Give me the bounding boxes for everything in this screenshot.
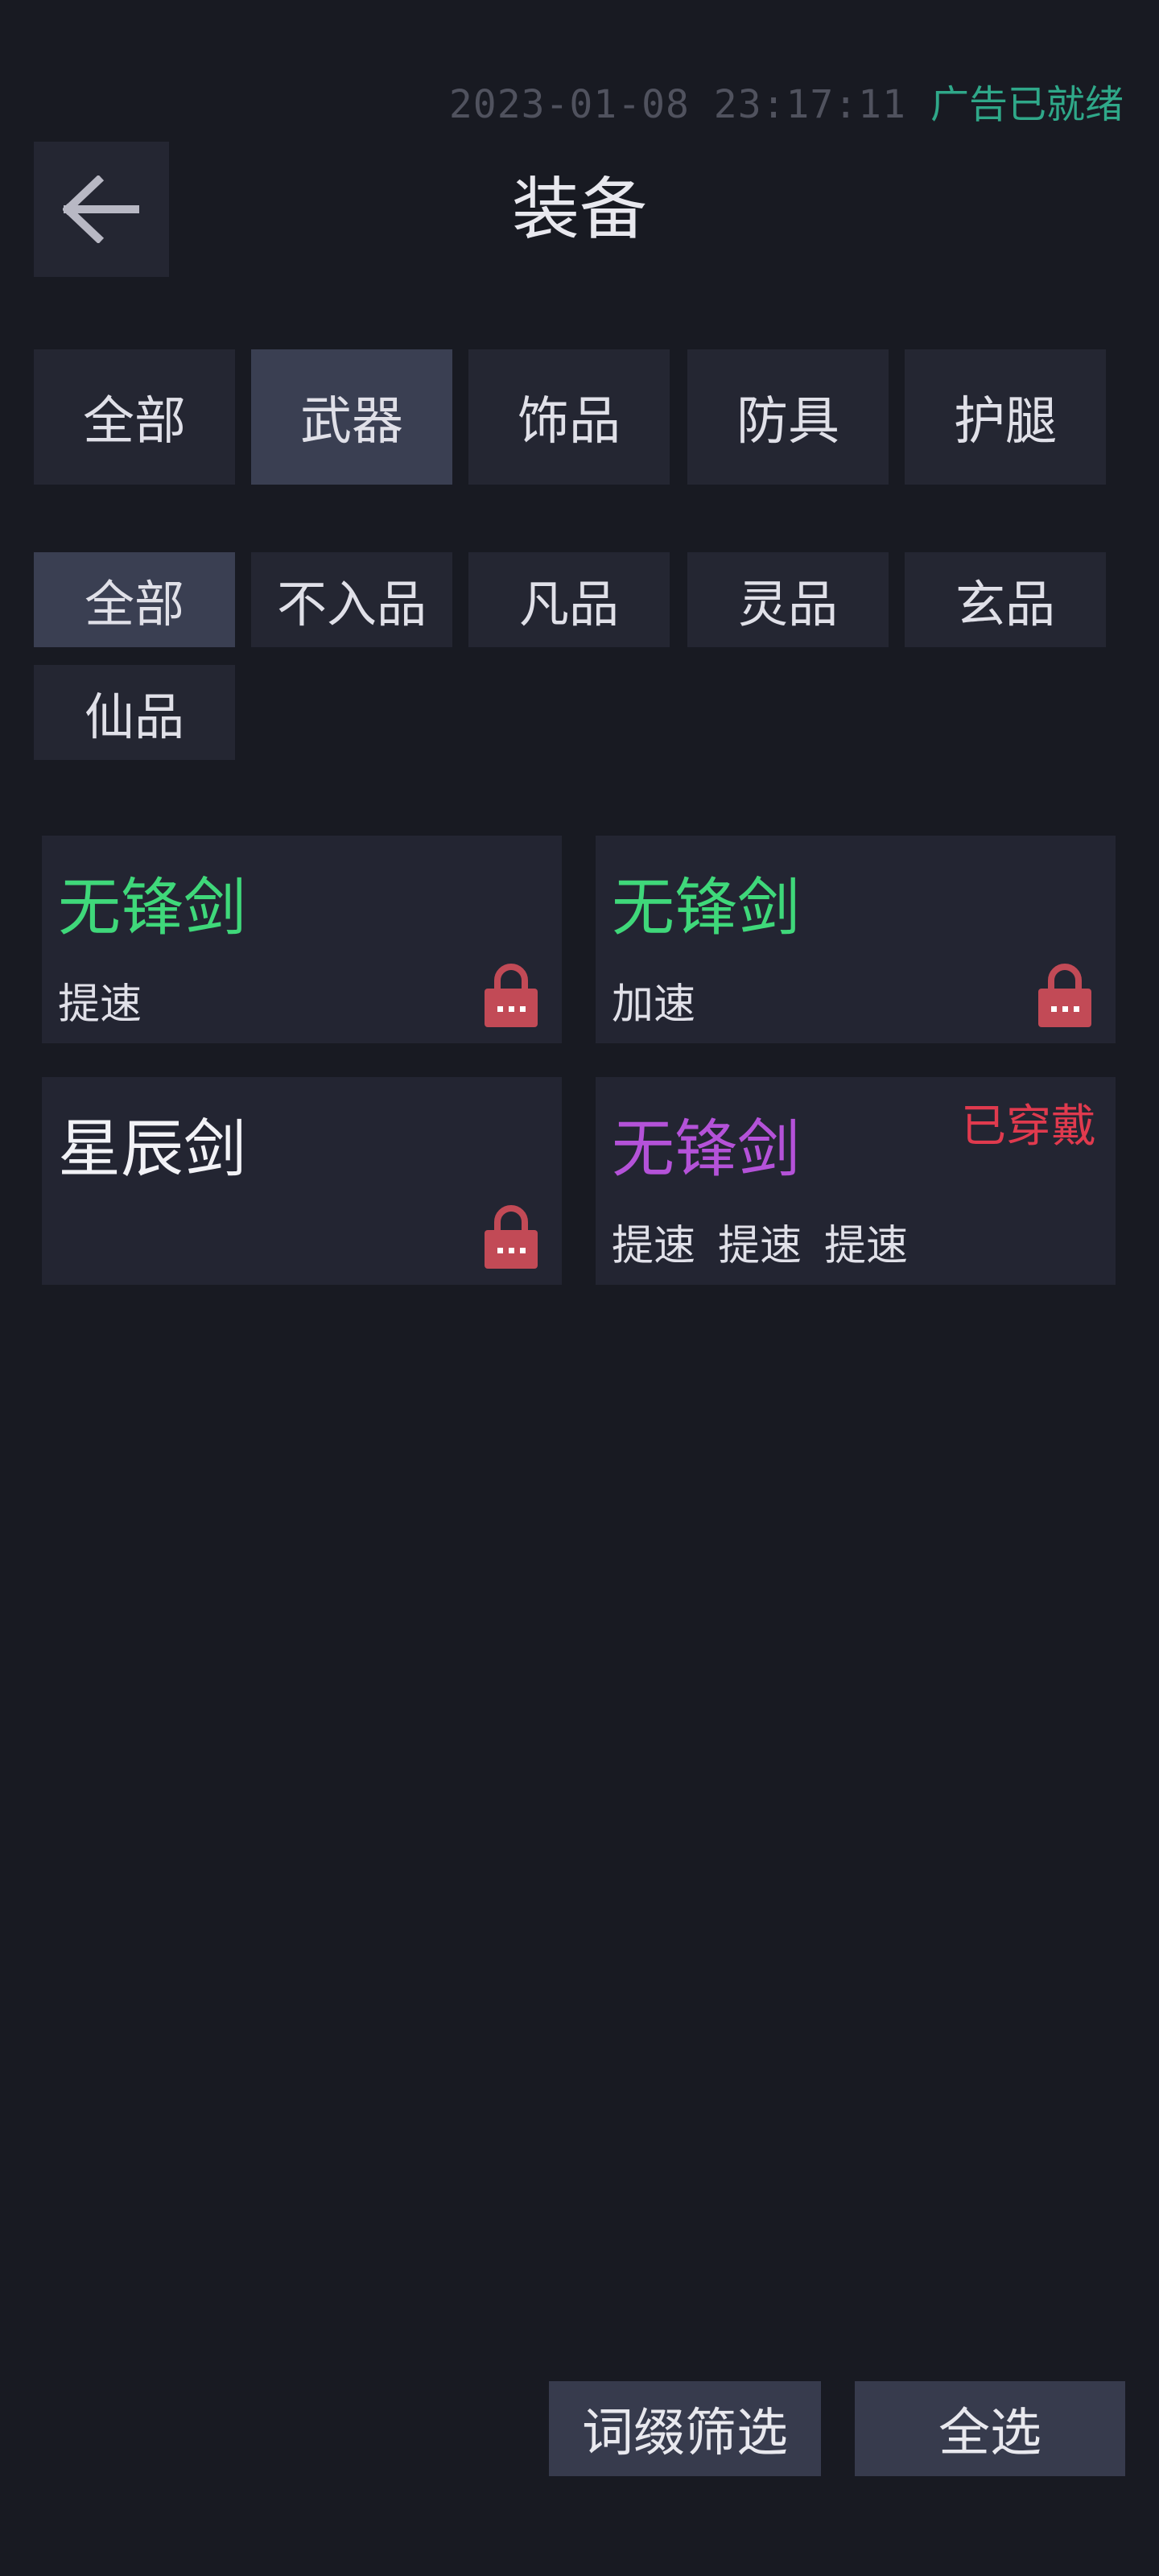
affix-list: 提速 <box>58 979 164 1030</box>
equipment-name: 星辰剑 <box>58 1113 247 1186</box>
equipment-name: 无锋剑 <box>612 1113 801 1186</box>
affix-tag: 提速 <box>824 1222 909 1270</box>
affix-tag: 提速 <box>612 1222 696 1270</box>
grade-chip[interactable]: 全部 <box>34 552 235 647</box>
tab-category[interactable]: 饰品 <box>468 349 670 485</box>
grade-chip[interactable]: 玄品 <box>905 552 1106 647</box>
tab-category[interactable]: 防具 <box>687 349 889 485</box>
equipment-card[interactable]: 无锋剑 提速 提速 提速 已穿戴 <box>596 1077 1116 1285</box>
tab-category[interactable]: 武器 <box>251 349 452 485</box>
equipment-card[interactable]: 星辰剑 <box>42 1077 562 1285</box>
grade-chip[interactable]: 不入品 <box>251 552 452 647</box>
affix-tag: 提速 <box>718 1222 802 1270</box>
tab-category[interactable]: 护腿 <box>905 349 1106 485</box>
equipped-badge: 已穿戴 <box>961 1100 1096 1153</box>
status-bar: 2023-01-08 23:17:11 广告已就绪 <box>449 79 1124 130</box>
affix-list: 提速 提速 提速 <box>612 1220 930 1272</box>
equipment-card[interactable]: 无锋剑 加速 <box>596 836 1116 1043</box>
ad-status: 广告已就绪 <box>930 82 1124 127</box>
lock-icon[interactable] <box>1038 963 1091 1027</box>
grade-chip[interactable]: 仙品 <box>34 665 235 760</box>
equipment-card[interactable]: 无锋剑 提速 <box>42 836 562 1043</box>
equipment-name: 无锋剑 <box>612 872 801 944</box>
affix-filter-button[interactable]: 词缀筛选 <box>549 2381 821 2476</box>
equipment-name: 无锋剑 <box>58 872 247 944</box>
tab-category[interactable]: 全部 <box>34 349 235 485</box>
timestamp: 2023-01-08 23:17:11 <box>448 82 906 127</box>
lock-icon[interactable] <box>485 963 538 1027</box>
grade-chip[interactable]: 凡品 <box>468 552 670 647</box>
grade-chip[interactable]: 灵品 <box>687 552 889 647</box>
lock-icon[interactable] <box>485 1204 538 1269</box>
affix-tag: 提速 <box>58 980 142 1029</box>
page-title: 装备 <box>511 170 647 249</box>
select-all-button[interactable]: 全选 <box>855 2381 1125 2476</box>
affix-tag: 加速 <box>612 980 696 1029</box>
affix-list: 加速 <box>612 979 718 1030</box>
